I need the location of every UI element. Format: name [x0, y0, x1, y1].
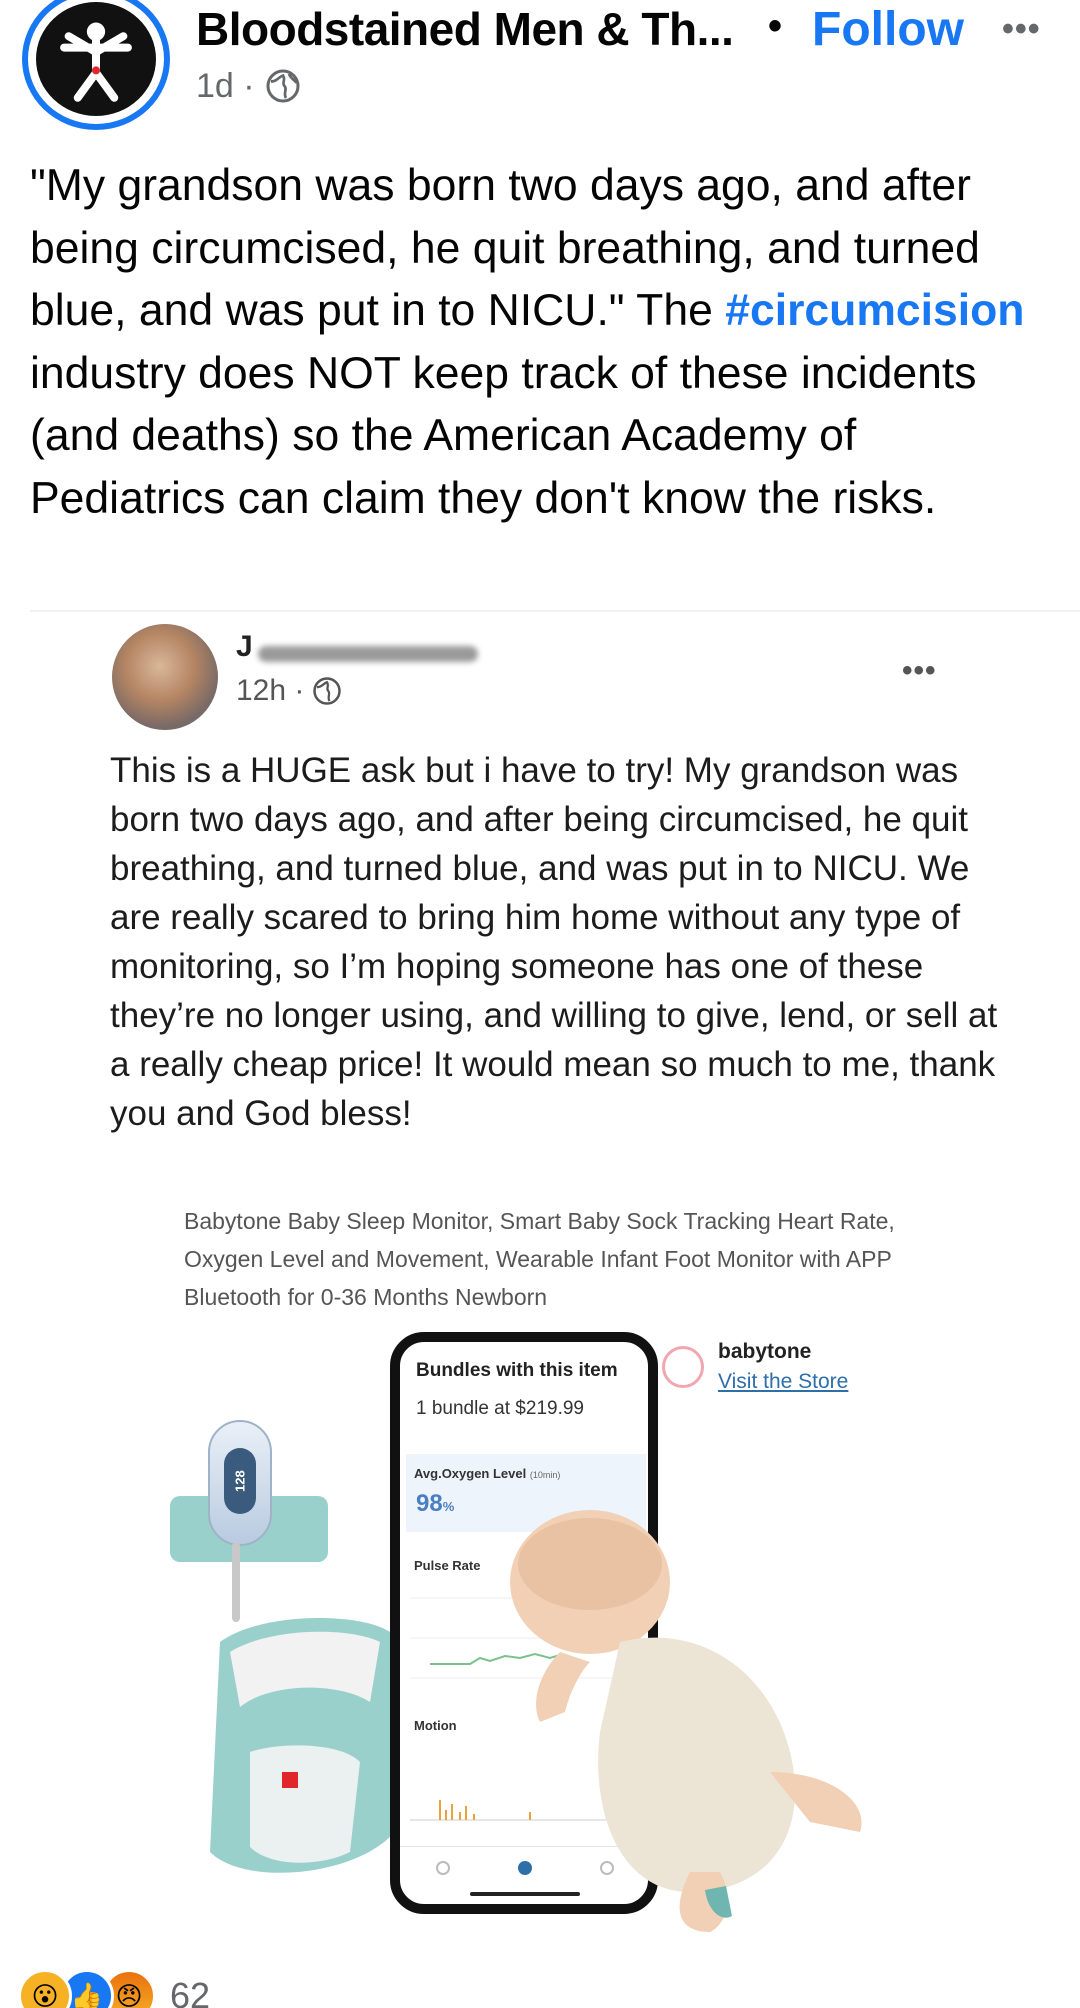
embedded-post-text: This is a HUGE ask but i have to try! My… — [110, 751, 998, 1133]
more-options-button[interactable]: ••• — [1002, 10, 1041, 49]
product-title: Babytone Baby Sleep Monitor, Smart Baby … — [184, 1208, 895, 1310]
product-image: 128 Bundles with this item 1 bundle at $… — [170, 1332, 910, 1932]
post-text-part-2: industry does NOT keep track of these in… — [30, 348, 977, 523]
post-header: Bloodstained Men & Th... • Follow ••• 1d… — [0, 0, 1080, 140]
embedded-author-name: J — [236, 630, 253, 663]
visit-store-link: Visit the Store — [718, 1370, 849, 1393]
sock-icon — [210, 1618, 405, 1873]
baby-photo — [510, 1510, 862, 1932]
page-avatar[interactable] — [22, 0, 170, 130]
redacted-name-blur — [258, 646, 478, 662]
oxygen-number: 98 — [416, 1490, 443, 1517]
globe-icon — [266, 69, 300, 103]
embedded-meta: 12h · — [236, 674, 342, 708]
embedded-more-icon: ••• — [902, 654, 937, 687]
separator-dot: • — [768, 4, 783, 48]
reactions-bar[interactable]: 😮 👍 😠 62 — [18, 1966, 210, 2008]
device-reading: 128 — [224, 1448, 256, 1514]
bundles-title: Bundles with this item — [416, 1360, 618, 1381]
oxygen-unit: % — [442, 1499, 455, 1514]
vitruvian-logo-icon — [36, 2, 156, 116]
post-image[interactable]: J 12h · ••• This is a HUGE ask but i hav… — [30, 612, 1080, 1952]
post-body: "My grandson was born two days ago, and … — [30, 155, 1060, 530]
embedded-timestamp: 12h · — [236, 674, 305, 707]
globe-icon — [313, 677, 342, 705]
wow-icon: 😮 — [18, 1969, 72, 2008]
history-icon — [436, 1861, 450, 1875]
post-meta: 1d · — [196, 64, 301, 108]
device-cable — [232, 1542, 240, 1622]
reaction-count[interactable]: 62 — [170, 1975, 210, 2008]
store-name: babytone — [718, 1340, 812, 1363]
bundle-price: 1 bundle at $219.99 — [416, 1398, 584, 1419]
hashtag-link[interactable]: #circumcision — [725, 286, 1024, 335]
monitor-device: 128 — [208, 1420, 272, 1546]
embedded-author-avatar — [112, 624, 218, 730]
follow-button[interactable]: Follow — [812, 2, 964, 57]
store-logo-icon — [662, 1346, 704, 1388]
post-timestamp[interactable]: 1d · — [196, 67, 255, 106]
page-name-link[interactable]: Bloodstained Men & Th... — [196, 2, 734, 56]
motion-label: Motion — [414, 1718, 457, 1733]
oxygen-value: 98% — [416, 1490, 454, 1518]
